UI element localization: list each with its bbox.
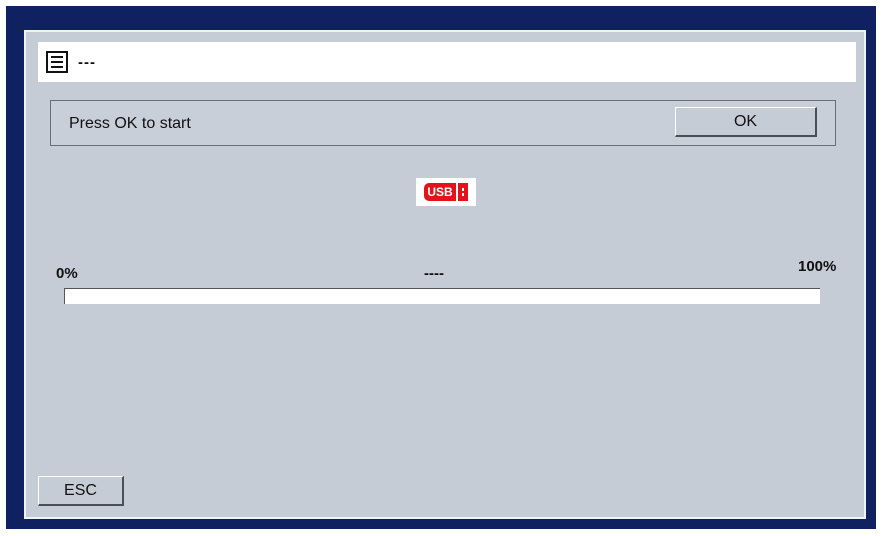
message-box: Press OK to start OK (50, 100, 836, 146)
progress-min-label: 0% (56, 265, 78, 282)
ok-button[interactable]: OK (675, 107, 817, 137)
usb-plug-icon (457, 183, 468, 201)
usb-drive-icon: USB (416, 178, 476, 206)
progress-max-label: 100% (798, 258, 837, 275)
dialog-panel: --- Press OK to start OK USB 0% ---- 100… (24, 30, 866, 519)
window-frame: --- Press OK to start OK USB 0% ---- 100… (6, 6, 876, 529)
message-text: Press OK to start (69, 115, 191, 132)
progress-status: ---- (424, 265, 444, 282)
window-title: --- (78, 53, 96, 71)
esc-button[interactable]: ESC (38, 476, 124, 506)
title-bar: --- (38, 42, 856, 82)
usb-label: USB (424, 183, 456, 201)
menu-list-icon[interactable] (46, 51, 68, 73)
progress-bar (64, 288, 820, 304)
